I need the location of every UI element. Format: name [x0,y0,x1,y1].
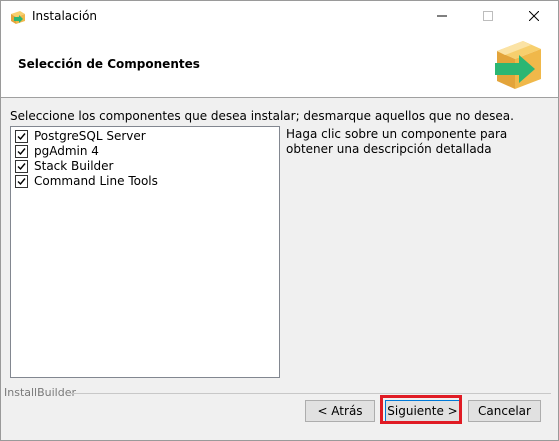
page-title: Selección de Componentes [18,57,200,71]
close-button[interactable] [511,1,557,32]
back-button[interactable]: < Atrás [305,400,375,422]
checkbox-checked-icon[interactable] [15,174,28,188]
cancel-button[interactable]: Cancelar [468,400,541,422]
instruction-text: Seleccione los componentes que desea ins… [10,109,514,123]
component-item-stack-builder[interactable]: Stack Builder [15,158,113,174]
wizard-header: Selección de Componentes [1,32,558,98]
installer-box-arrow-icon [10,9,26,25]
close-icon [528,10,540,24]
box-arrow-logo-icon [489,37,547,93]
next-button-highlight [380,395,462,424]
window-title: Instalación [32,9,98,23]
maximize-icon [483,10,493,24]
title-bar[interactable]: Instalación [1,1,558,32]
component-label: Command Line Tools [34,174,158,188]
maximize-button[interactable] [465,1,511,32]
component-label: Stack Builder [34,159,114,173]
component-item-command-line-tools[interactable]: Command Line Tools [15,173,158,189]
minimize-button[interactable] [419,1,465,32]
minimize-icon [437,10,447,24]
installbuilder-brand: InstallBuilder [4,386,77,399]
component-item-postgresql-server[interactable]: PostgreSQL Server [15,128,146,144]
footer-divider [71,393,551,394]
component-label: pgAdmin 4 [34,144,99,158]
installer-window: Instalación Selección de Componentes Sel… [0,0,559,441]
component-item-pgadmin-4[interactable]: pgAdmin 4 [15,143,99,159]
component-description: Haga clic sobre un componente para obten… [286,127,508,156]
checkbox-checked-icon[interactable] [15,159,28,173]
checkbox-checked-icon[interactable] [15,144,28,158]
checkbox-checked-icon[interactable] [15,129,28,143]
component-label: PostgreSQL Server [34,129,146,143]
component-list[interactable]: PostgreSQL Server pgAdmin 4 Stack Builde… [10,126,280,378]
